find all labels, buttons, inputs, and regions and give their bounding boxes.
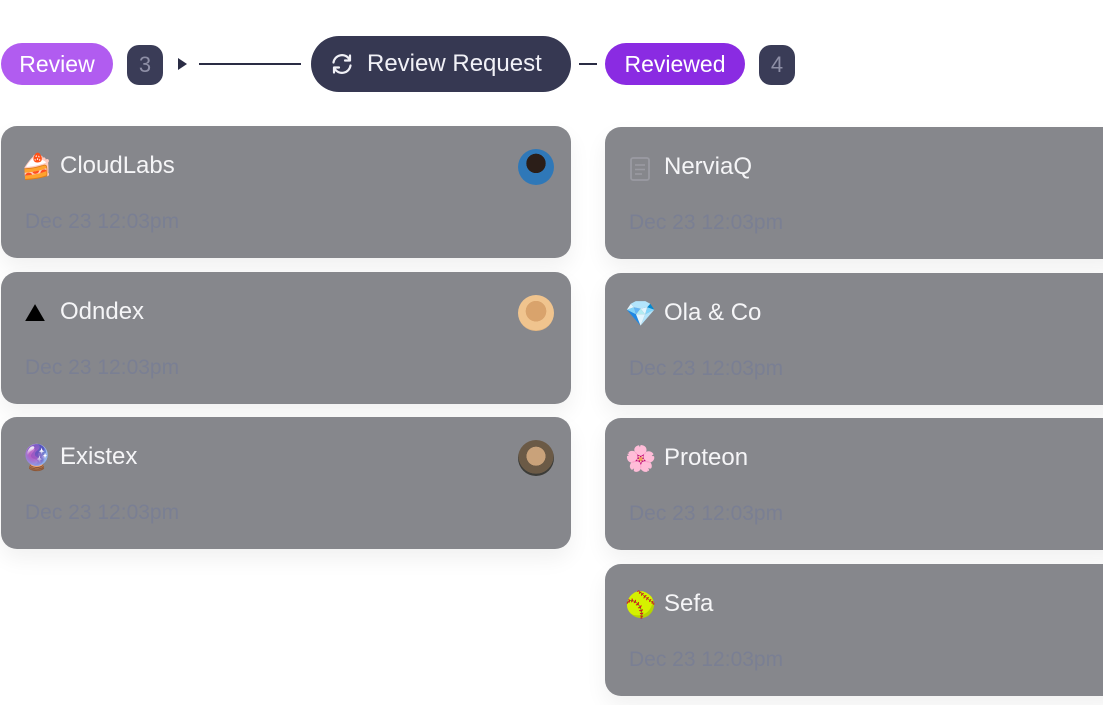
avatar[interactable] (518, 295, 554, 331)
review-card[interactable]: 🍰 CloudLabs Dec 23 12:03pm (1, 126, 571, 258)
card-title: Odndex (60, 298, 145, 325)
card-date: Dec 23 12:03pm (629, 502, 784, 525)
card-title: Existex (60, 443, 138, 470)
connector-line (199, 63, 301, 65)
connector-line (579, 63, 597, 65)
review-status-pill[interactable]: Review (1, 43, 113, 85)
review-card[interactable]: 🔮 Existex Dec 23 12:03pm (1, 417, 571, 549)
card-title: CloudLabs (60, 152, 175, 179)
avatar[interactable] (518, 149, 554, 185)
crystal-ball-icon: 🔮 (21, 443, 53, 472)
workflow-board: Review 3 Review Request Reviewed 4 🍰 Clo… (0, 0, 1103, 705)
card-date: Dec 23 12:03pm (25, 210, 180, 233)
document-icon (630, 157, 650, 181)
card-title: Sefa (664, 590, 714, 617)
card-title: NerviaQ (664, 153, 753, 180)
play-arrow-icon (178, 58, 187, 70)
review-request-label: Review Request (367, 50, 542, 77)
review-request-button[interactable]: Review Request (311, 36, 571, 92)
reviewed-status-pill[interactable]: Reviewed (605, 43, 745, 85)
card-date: Dec 23 12:03pm (629, 648, 784, 671)
card-date: Dec 23 12:03pm (629, 357, 784, 380)
review-card[interactable]: ⛰ Odndex Dec 23 12:03pm (1, 272, 571, 404)
reviewed-card[interactable]: 🥎 Sefa Dec 23 12:03pm (605, 564, 1103, 696)
reviewed-card[interactable]: 💎 Ola & Co Dec 23 12:03pm (605, 273, 1103, 405)
card-date: Dec 23 12:03pm (25, 356, 180, 379)
avatar[interactable] (518, 440, 554, 476)
cherry-blossom-icon: 🌸 (625, 444, 657, 473)
cake-icon: 🍰 (21, 152, 53, 181)
gem-icon: 💎 (625, 299, 657, 328)
sync-icon (332, 54, 352, 74)
softball-icon: 🥎 (625, 590, 657, 619)
reviewed-count-badge: 4 (759, 45, 795, 85)
card-date: Dec 23 12:03pm (25, 501, 180, 524)
card-title: Ola & Co (664, 299, 762, 326)
reviewed-card[interactable]: 🌸 Proteon Dec 23 12:03pm (605, 418, 1103, 550)
card-title: Proteon (664, 444, 749, 471)
reviewed-card[interactable]: NerviaQ Dec 23 12:03pm (605, 127, 1103, 259)
card-date: Dec 23 12:03pm (629, 211, 784, 234)
review-count-badge: 3 (127, 45, 163, 85)
mountain-icon: ⛰ (24, 298, 46, 327)
